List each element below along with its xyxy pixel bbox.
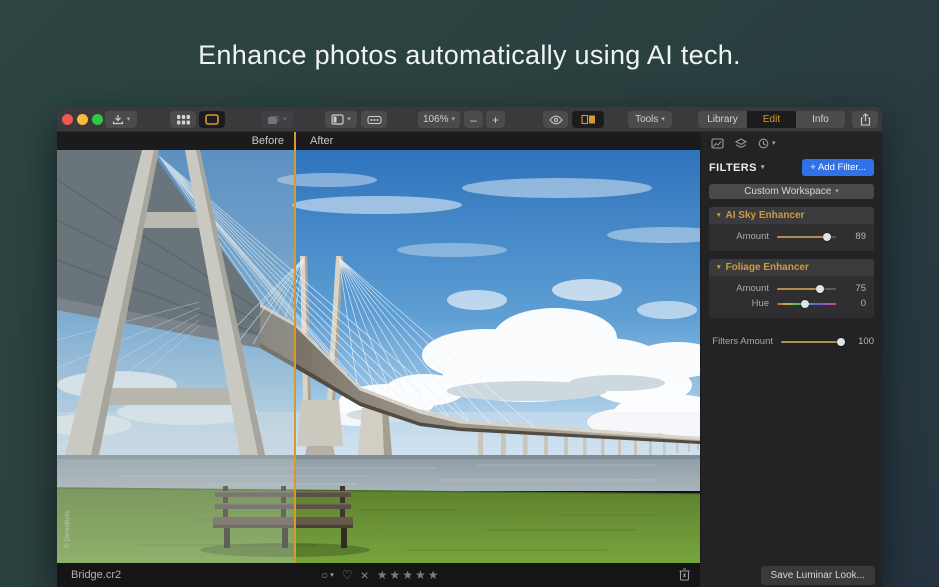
slider-value: 75 bbox=[844, 283, 866, 294]
chevron-down-icon: ▾ bbox=[283, 116, 287, 123]
color-label-dropdown[interactable]: ○ ▾ bbox=[321, 569, 334, 581]
zoom-in-button[interactable]: + bbox=[486, 111, 505, 128]
zoom-level-value: 106% bbox=[423, 115, 449, 125]
side-panel-icon bbox=[331, 114, 344, 125]
slider-value: 89 bbox=[844, 231, 866, 242]
toolbar: ▾ ▾ bbox=[57, 107, 882, 132]
trash-icon[interactable] bbox=[679, 568, 690, 581]
save-luminar-look-button[interactable]: Save Luminar Look... bbox=[761, 566, 876, 585]
filters-section-title[interactable]: FILTERS ▾ bbox=[709, 162, 765, 174]
tab-info[interactable]: Info bbox=[796, 111, 845, 128]
before-after-divider-handle[interactable] bbox=[294, 132, 296, 563]
compare-toggle-button[interactable] bbox=[572, 111, 604, 128]
slider-knob[interactable] bbox=[816, 285, 824, 293]
photo-canvas[interactable]: © DemoByte bbox=[57, 150, 700, 563]
bottom-bar: Bridge.cr2 ○ ▾ ♡ × ★★★★★ Save Luminar Lo… bbox=[57, 563, 882, 587]
export-button[interactable]: ▾ bbox=[105, 111, 137, 128]
image-stack-icon bbox=[267, 115, 280, 125]
layers-icon[interactable] bbox=[735, 138, 747, 149]
add-filter-button[interactable]: + Add Filter... bbox=[802, 159, 874, 176]
window-close-button[interactable] bbox=[62, 114, 73, 125]
slider-knob[interactable] bbox=[823, 233, 831, 241]
tools-dropdown[interactable]: Tools ▾ bbox=[628, 111, 672, 128]
amount-slider[interactable] bbox=[777, 283, 836, 295]
filters-title-label: FILTERS bbox=[709, 162, 757, 174]
filter-header[interactable]: ▾ AI Sky Enhancer bbox=[709, 207, 874, 224]
slider-label: Amount bbox=[717, 283, 769, 294]
single-view-button[interactable] bbox=[199, 111, 225, 128]
view-tabs: Library Edit Info bbox=[698, 111, 845, 128]
compare-strip: Before After bbox=[57, 132, 700, 150]
tab-edit[interactable]: Edit bbox=[747, 111, 796, 128]
star-rating[interactable]: ★★★★★ bbox=[377, 568, 441, 582]
compare-split-icon bbox=[581, 114, 596, 125]
tab-library[interactable]: Library bbox=[698, 111, 747, 128]
before-label: Before bbox=[252, 135, 284, 147]
slider-knob[interactable] bbox=[801, 300, 809, 308]
filename-label: Bridge.cr2 bbox=[71, 569, 121, 581]
tools-label: Tools bbox=[635, 115, 658, 125]
filters-amount-slider[interactable] bbox=[781, 336, 844, 348]
app-window: ▾ ▾ bbox=[57, 107, 882, 587]
share-button[interactable] bbox=[852, 111, 878, 128]
chevron-down-icon: ▾ bbox=[452, 116, 456, 123]
eye-icon bbox=[549, 115, 563, 125]
filter-name: AI Sky Enhancer bbox=[726, 210, 805, 221]
chevron-down-icon: ▾ bbox=[347, 116, 351, 123]
chevron-down-icon: ▾ bbox=[761, 164, 765, 171]
export-icon bbox=[112, 114, 124, 125]
workspace-label: Custom Workspace bbox=[744, 186, 831, 197]
after-label: After bbox=[310, 135, 333, 147]
window-minimize-button[interactable] bbox=[77, 114, 88, 125]
grid-view-icon bbox=[177, 115, 190, 125]
single-view-icon bbox=[205, 114, 219, 125]
slider-label: Hue bbox=[717, 298, 769, 309]
slider-value: 0 bbox=[844, 298, 866, 309]
hue-slider[interactable] bbox=[777, 298, 836, 310]
workspace-dropdown[interactable]: Custom Workspace ▾ bbox=[709, 184, 874, 199]
photo-canvas-area: Before After bbox=[57, 132, 700, 563]
slider-label: Amount bbox=[717, 231, 769, 242]
slider-knob[interactable] bbox=[837, 338, 845, 346]
edit-sidebar: ▾ FILTERS ▾ + Add Filter... Custom Works… bbox=[700, 132, 882, 563]
side-panel-toggle-button[interactable]: ▾ bbox=[325, 111, 357, 128]
filter-card-foliage-enhancer: ▾ Foliage Enhancer Amount 75 Hue bbox=[709, 259, 874, 318]
filmstrip-icon bbox=[367, 115, 382, 125]
amount-slider[interactable] bbox=[777, 231, 836, 243]
zoom-out-button[interactable]: – bbox=[464, 111, 483, 128]
reject-icon[interactable]: × bbox=[361, 568, 369, 582]
window-zoom-button[interactable] bbox=[92, 114, 103, 125]
filter-card-ai-sky-enhancer: ▾ AI Sky Enhancer Amount 89 bbox=[709, 207, 874, 251]
chevron-down-icon: ▾ bbox=[661, 116, 665, 123]
chevron-down-icon: ▾ bbox=[330, 572, 334, 579]
favorite-heart-icon[interactable]: ♡ bbox=[342, 569, 353, 581]
preview-toggle-button[interactable] bbox=[543, 111, 568, 128]
history-icon[interactable]: ▾ bbox=[758, 138, 776, 149]
filmstrip-toggle-button[interactable] bbox=[361, 111, 387, 128]
chevron-down-icon: ▾ bbox=[772, 140, 776, 147]
chevron-down-icon: ▾ bbox=[127, 116, 131, 123]
collapse-caret-icon: ▾ bbox=[717, 212, 721, 219]
page-title: Enhance photos automatically using AI te… bbox=[0, 40, 939, 71]
grid-view-button[interactable] bbox=[170, 111, 196, 128]
chevron-down-icon: ▾ bbox=[835, 188, 839, 195]
share-icon bbox=[860, 113, 871, 126]
filters-amount-label: Filters Amount bbox=[709, 336, 773, 347]
quick-edit-menu-button[interactable]: ▾ bbox=[261, 111, 293, 128]
filter-name: Foliage Enhancer bbox=[726, 262, 809, 273]
zoom-level-dropdown[interactable]: 106% ▾ bbox=[418, 111, 460, 128]
slider-value: 100 bbox=[852, 336, 874, 347]
histogram-icon[interactable] bbox=[711, 138, 724, 149]
collapse-caret-icon: ▾ bbox=[717, 264, 721, 271]
color-label-circle-icon: ○ bbox=[321, 569, 328, 581]
filter-header[interactable]: ▾ Foliage Enhancer bbox=[709, 259, 874, 276]
